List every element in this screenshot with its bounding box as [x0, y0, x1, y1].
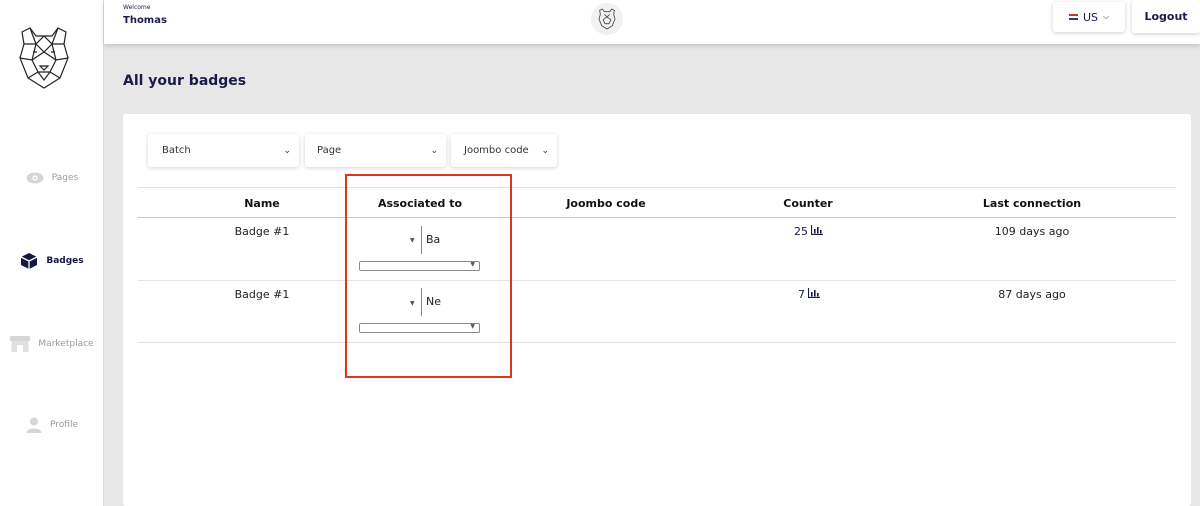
last-connection-value: 87 days ago: [998, 288, 1066, 301]
badges-card: Batch ⌄ Page ⌄ Joombo code ⌄: [123, 114, 1191, 506]
welcome-label: Welcome: [123, 4, 151, 11]
store-icon: [10, 336, 31, 352]
sidebar-item-marketplace[interactable]: Marketplace: [0, 336, 104, 352]
bar-chart-icon: [807, 288, 820, 301]
sidebar-item-pages[interactable]: Pages: [0, 172, 104, 184]
column-header-name[interactable]: Name: [222, 197, 302, 210]
chevron-down-icon: ⌵: [1102, 12, 1110, 21]
table-header: Name Associated to Joombo code Counter L…: [138, 187, 1176, 218]
filter-label: Batch: [162, 145, 191, 156]
sidebar-item-label: Pages: [51, 173, 79, 183]
sidebar-item-label: Profile: [50, 420, 78, 430]
sidebar-item-label: Badges: [46, 256, 84, 266]
counter-number: 25: [794, 225, 808, 238]
filter-label: Page: [317, 145, 342, 156]
bear-logo-icon: [14, 22, 74, 94]
counter-number: 7: [798, 288, 805, 301]
counter-value[interactable]: 7: [798, 288, 820, 301]
last-connection-value: 109 days ago: [994, 225, 1070, 238]
sidebar-item-profile[interactable]: Profile: [0, 417, 104, 433]
bar-chart-icon: [810, 225, 823, 238]
page-filter-select[interactable]: Page ⌄: [305, 134, 446, 167]
filter-label: Joombo code: [464, 145, 529, 156]
logout-button[interactable]: Logout: [1132, 0, 1200, 33]
counter-value[interactable]: 25: [794, 225, 823, 238]
highlight-box: [345, 174, 512, 378]
sidebar-item-badges[interactable]: Badges: [0, 252, 104, 270]
sidebar: Pages Badges Marketplace Profile: [0, 0, 104, 506]
row-divider: [138, 280, 1176, 281]
chevron-down-icon: ⌄: [430, 145, 438, 156]
batch-filter-select[interactable]: Batch ⌄: [148, 134, 299, 167]
user-name: Thomas: [123, 15, 167, 26]
language-label: US: [1082, 10, 1098, 24]
bear-avatar-icon: [591, 3, 623, 35]
top-bar: Welcome Thomas US ⌵ Logout: [104, 0, 1200, 44]
page-title: All your badges: [123, 73, 247, 89]
sidebar-item-label: Marketplace: [38, 339, 94, 349]
row-divider: [138, 342, 1176, 343]
joombo-code-filter-select[interactable]: Joombo code ⌄: [451, 134, 557, 167]
language-select[interactable]: US ⌵: [1053, 2, 1125, 32]
us-flag-icon: [1068, 14, 1078, 20]
badge-name: Badge #1: [234, 225, 290, 238]
column-header-last-connection[interactable]: Last connection: [972, 197, 1092, 210]
badge-name: Badge #1: [234, 288, 290, 301]
eye-icon: [26, 172, 44, 184]
chevron-down-icon: ⌄: [541, 145, 549, 156]
column-header-joombo-code[interactable]: Joombo code: [546, 197, 666, 210]
chevron-down-icon: ⌄: [283, 145, 291, 156]
user-icon: [26, 417, 42, 433]
cube-icon: [20, 252, 38, 270]
column-header-counter[interactable]: Counter: [768, 197, 848, 210]
